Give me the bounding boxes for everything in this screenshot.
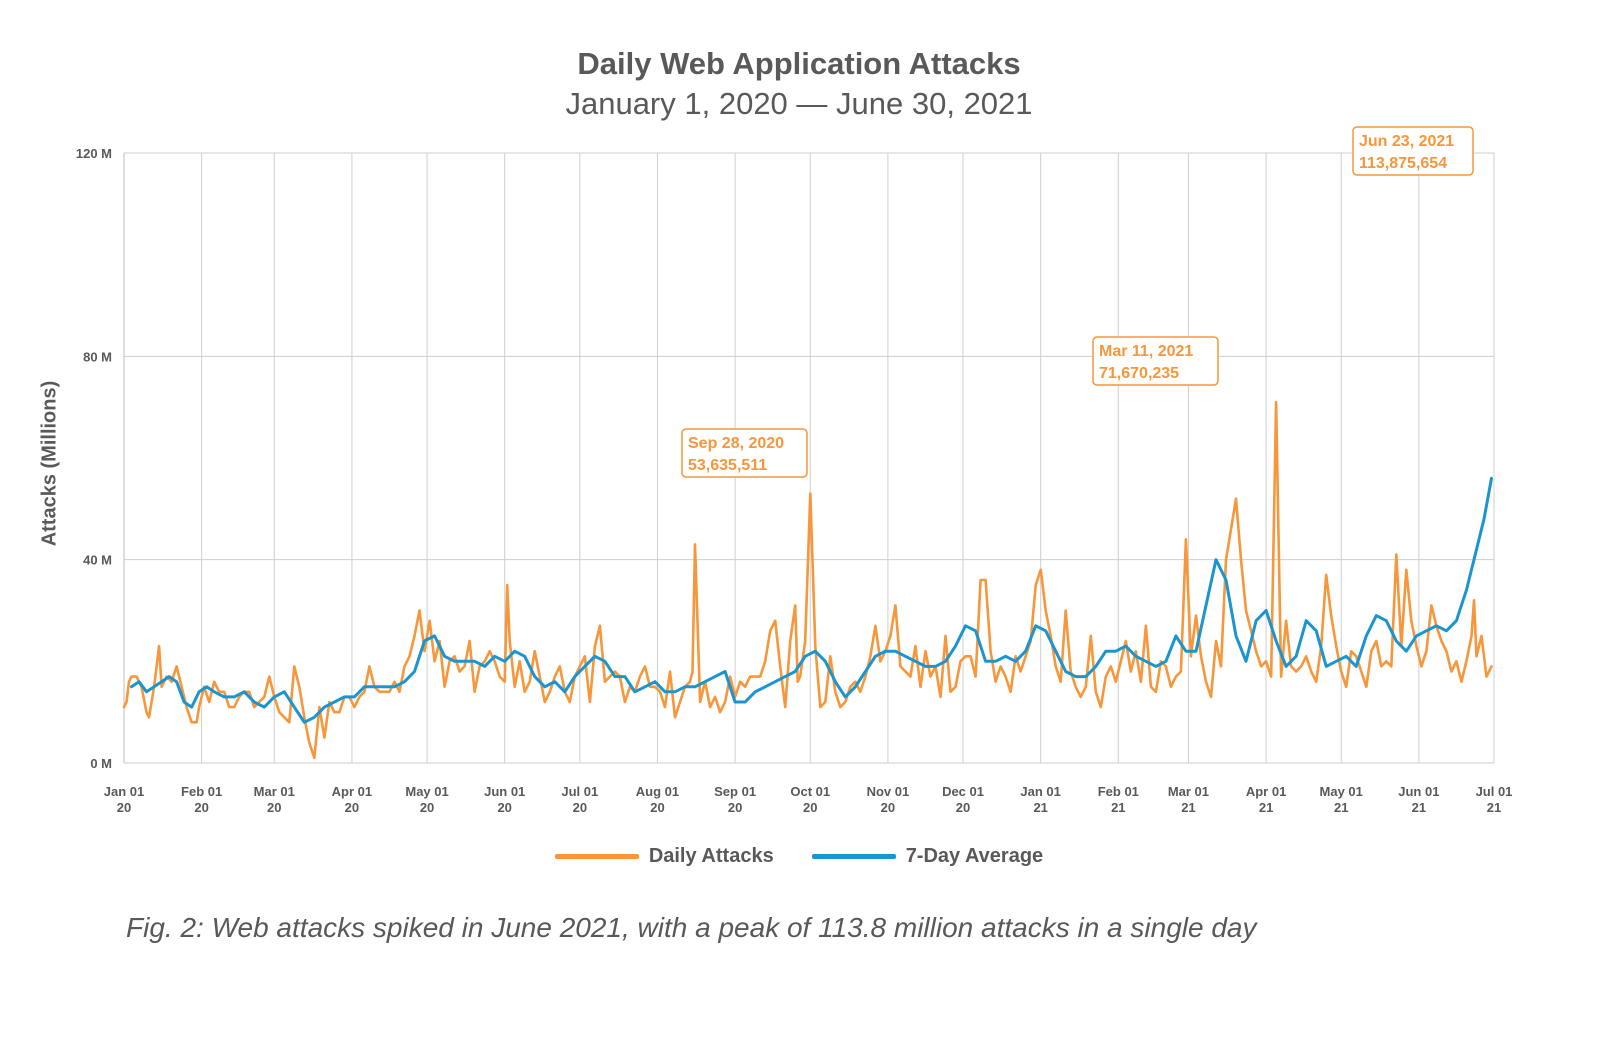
x-tick-label-year: 21 <box>1412 800 1426 815</box>
x-tick-label: Jun 01 <box>1398 784 1439 799</box>
y-tick-label: 40 M <box>83 553 112 568</box>
x-tick-label-year: 20 <box>881 800 895 815</box>
annotation-date: Jun 23, 2021 <box>1359 133 1454 150</box>
y-gridlines <box>124 152 1494 764</box>
x-tick-label: Aug 01 <box>636 784 679 799</box>
x-tick-label: Apr 01 <box>1246 784 1286 799</box>
chart-plot: 0 M40 M80 M120 M Jan 0120Feb 0120Mar 012… <box>76 126 1513 815</box>
x-tick-label-year: 20 <box>650 800 664 815</box>
x-tick-label: Mar 01 <box>1168 784 1209 799</box>
legend-swatch-daily <box>554 854 639 859</box>
legend-swatch-average <box>811 854 896 859</box>
x-tick-label: Oct 01 <box>790 784 830 799</box>
y-tick-label: 80 M <box>83 349 112 364</box>
annotation-value: 113,875,654 <box>1359 155 1447 172</box>
x-tick-label: Dec 01 <box>942 784 984 799</box>
x-tick-label: Jun 01 <box>484 784 525 799</box>
y-tick-label: 120 M <box>76 146 112 161</box>
legend-item-daily: Daily Attacks <box>554 845 774 868</box>
x-tick-label-year: 20 <box>194 800 208 815</box>
y-tick-label: 0 M <box>90 756 112 771</box>
annotation-callout: Mar 11, 2021 71,670,235 <box>1092 336 1219 386</box>
x-tick-label-year: 21 <box>1259 800 1273 815</box>
x-tick-label-year: 20 <box>420 800 434 815</box>
x-tick-label-year: 20 <box>956 800 970 815</box>
x-tick-label-year: 20 <box>573 800 587 815</box>
y-tick-labels: 0 M 40 M 80 M 120 M <box>76 146 112 771</box>
x-tick-label-year: 21 <box>1181 800 1195 815</box>
legend: Daily Attacks 7-Day Average <box>0 845 1598 868</box>
legend-label-average: 7-Day Average <box>905 845 1044 867</box>
x-tick-label-year: 20 <box>497 800 511 815</box>
x-tick-label: Mar 01 <box>254 784 295 799</box>
x-tick-labels: Jan 0120Feb 0120Mar 0120Apr 0120May 0120… <box>104 784 1513 815</box>
x-tick-label-year: 21 <box>1487 800 1501 815</box>
annotation-value: 53,635,511 <box>688 457 767 474</box>
x-tick-label-year: 20 <box>728 800 742 815</box>
x-tick-label: Jan 01 <box>1020 784 1060 799</box>
x-gridlines <box>123 153 1495 763</box>
x-tick-label: Feb 01 <box>1098 784 1139 799</box>
x-tick-label: Sep 01 <box>714 784 756 799</box>
x-tick-label-year: 21 <box>1334 800 1348 815</box>
x-tick-label: Jul 01 <box>1476 784 1513 799</box>
annotation-date: Mar 11, 2021 <box>1099 343 1193 360</box>
x-tick-label-year: 20 <box>803 800 817 815</box>
annotations-layer: Sep 28, 2020 53,635,511 Mar 11, 2021 71,670… <box>681 126 1474 478</box>
annotation-value: 71,670,235 <box>1099 365 1179 382</box>
x-tick-label: Feb 01 <box>181 784 222 799</box>
legend-label-daily: Daily Attacks <box>648 845 774 867</box>
x-tick-label-year: 20 <box>345 800 359 815</box>
x-tick-label-year: 21 <box>1111 800 1125 815</box>
annotation-date: Sep 28, 2020 <box>688 435 784 452</box>
annotation-callout: Sep 28, 2020 53,635,511 <box>681 428 808 478</box>
annotation-callout: Jun 23, 2021 113,875,654 <box>1352 126 1474 176</box>
x-tick-label: May 01 <box>405 784 448 799</box>
x-tick-label: Jul 01 <box>561 784 598 799</box>
x-tick-label: May 01 <box>1320 784 1363 799</box>
figure-caption: Fig. 2: Web attacks spiked in June 2021,… <box>126 912 1257 943</box>
legend-item-average: 7-Day Average <box>811 845 1044 868</box>
x-tick-label: Nov 01 <box>867 784 910 799</box>
x-tick-label: Jan 01 <box>104 784 144 799</box>
x-tick-label-year: 21 <box>1033 800 1047 815</box>
x-tick-label: Apr 01 <box>332 784 372 799</box>
x-tick-label-year: 20 <box>117 800 131 815</box>
x-tick-label-year: 20 <box>267 800 281 815</box>
